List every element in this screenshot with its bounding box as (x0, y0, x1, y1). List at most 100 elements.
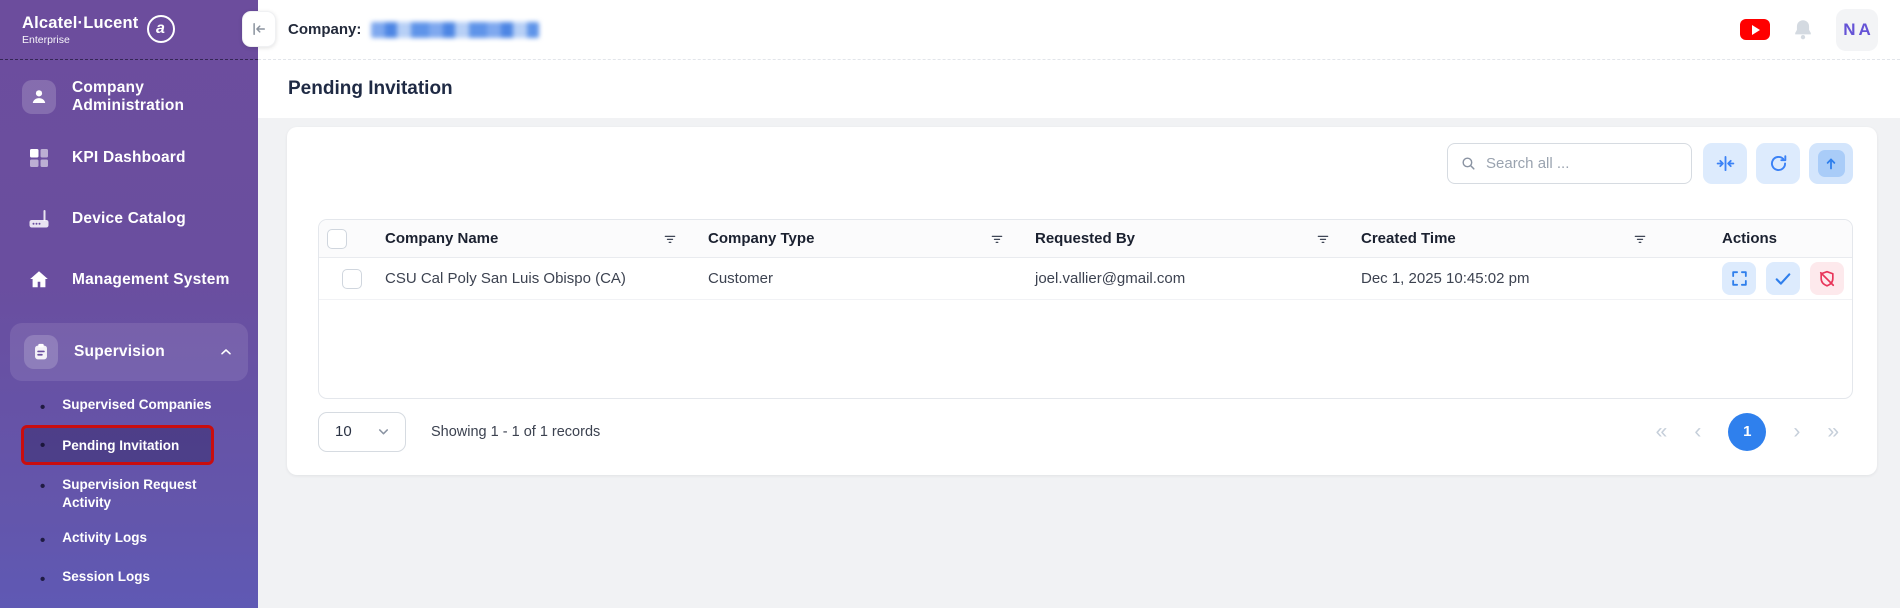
fit-columns-icon (1715, 153, 1736, 174)
sidebar-item-label: Device Catalog (72, 210, 186, 228)
expand-icon (1730, 269, 1749, 288)
sidebar-item-pending-invitation[interactable]: • Pending Invitation (24, 428, 211, 462)
top-bar: Company: NA (258, 0, 1900, 60)
chevron-down-icon (376, 424, 391, 439)
sidebar: Alcatel·Lucent Enterprise a Company Admi… (0, 0, 258, 608)
grid-icon (22, 141, 56, 175)
cell-company-type: Customer (708, 270, 1035, 287)
first-page-icon[interactable]: « (1656, 421, 1668, 442)
sidebar-item-activity-logs[interactable]: • Activity Logs (24, 530, 258, 551)
search-icon (1460, 155, 1477, 172)
page-size-value: 10 (335, 423, 352, 440)
home-icon (22, 263, 56, 297)
router-icon (22, 202, 56, 236)
table-row[interactable]: CSU Cal Poly San Luis Obispo (CA) Custom… (319, 258, 1852, 300)
sidebar-item-label: Supervised Companies (62, 397, 211, 412)
sidebar-item-session-logs[interactable]: • Session Logs (24, 569, 258, 590)
sidebar-item-supervised-companies[interactable]: • Supervised Companies (24, 397, 258, 418)
sidebar-item-management-system[interactable]: Management System (0, 262, 258, 298)
column-label: Actions (1722, 230, 1777, 247)
sidebar-item-label: Session Logs (62, 569, 150, 584)
column-header-company-type: Company Type (708, 230, 1035, 247)
column-header-created-time: Created Time (1361, 230, 1678, 247)
column-header-company-name: Company Name (385, 230, 708, 247)
filter-icon[interactable] (989, 231, 1005, 247)
check-icon (1773, 269, 1793, 289)
youtube-icon[interactable] (1740, 19, 1770, 40)
cell-requested-by: joel.vallier@gmail.com (1035, 270, 1361, 287)
pagination: « ‹ 1 › » (1656, 413, 1853, 451)
sidebar-item-label: Company Administration (72, 79, 258, 115)
refresh-icon (1768, 153, 1789, 174)
brand-logo: Alcatel·Lucent Enterprise a (0, 0, 258, 46)
next-page-icon[interactable]: › (1793, 421, 1800, 442)
sidebar-item-label: Activity Logs (62, 530, 147, 545)
upload-icon (1818, 150, 1845, 177)
user-icon (22, 80, 56, 114)
filter-icon[interactable] (1315, 231, 1331, 247)
table-footer: 10 Showing 1 - 1 of 1 records « ‹ 1 › » (318, 410, 1853, 453)
company-name-redacted (371, 22, 539, 38)
bell-icon[interactable] (1790, 17, 1816, 43)
reject-button[interactable] (1810, 262, 1844, 295)
topbar-actions: NA (1740, 9, 1900, 51)
page-title: Pending Invitation (288, 78, 453, 100)
brand-mark-icon: a (147, 15, 175, 43)
column-header-requested-by: Requested By (1035, 230, 1361, 247)
expand-row-button[interactable] (1722, 262, 1756, 295)
cell-company-name: CSU Cal Poly San Luis Obispo (CA) (385, 270, 708, 287)
sidebar-item-kpi-dashboard[interactable]: KPI Dashboard (0, 140, 258, 176)
bullet-icon: • (40, 530, 45, 551)
page-size-select[interactable]: 10 (318, 412, 406, 452)
bullet-icon: • (40, 397, 45, 418)
brand-subtitle: Enterprise (22, 34, 139, 46)
sidebar-item-device-catalog[interactable]: Device Catalog (0, 201, 258, 237)
approve-button[interactable] (1766, 262, 1800, 295)
supervision-submenu: • Supervised Companies • Pending Invitat… (0, 397, 258, 590)
sidebar-item-supervision-request-activity[interactable]: • Supervision Request Activity (24, 476, 258, 512)
brand-text: Alcatel·Lucent Enterprise (22, 14, 139, 46)
previous-page-icon[interactable]: ‹ (1694, 421, 1701, 442)
main-content: Company Name Company Type Requested By (258, 118, 1900, 608)
column-label: Company Type (708, 230, 814, 247)
pending-invitations-table: Company Name Company Type Requested By (318, 219, 1853, 399)
sidebar-divider (0, 59, 258, 60)
chevron-up-icon (218, 344, 234, 360)
column-header-actions: Actions (1678, 230, 1852, 247)
pending-invitation-card: Company Name Company Type Requested By (287, 127, 1877, 475)
cell-created-time: Dec 1, 2025 10:45:02 pm (1361, 270, 1678, 287)
collapse-arrow-icon (250, 20, 268, 38)
column-label: Requested By (1035, 230, 1135, 247)
select-all-cell (319, 229, 385, 249)
collapse-columns-button[interactable] (1703, 143, 1747, 184)
app-root: Alcatel·Lucent Enterprise a Company Admi… (0, 0, 1900, 608)
clipboard-icon (24, 335, 58, 369)
sidebar-item-supervision[interactable]: Supervision (24, 335, 234, 369)
current-page-button[interactable]: 1 (1728, 413, 1766, 451)
company-context: Company: (288, 21, 539, 38)
table-header-row: Company Name Company Type Requested By (319, 220, 1852, 258)
bullet-icon: • (40, 476, 45, 497)
search-input[interactable] (1486, 155, 1685, 172)
refresh-button[interactable] (1756, 143, 1800, 184)
sidebar-item-label: KPI Dashboard (72, 149, 186, 167)
sidebar-item-label: Management System (72, 271, 230, 289)
sidebar-group-supervision: Supervision (10, 323, 248, 381)
bullet-icon: • (40, 569, 45, 590)
row-select-cell (319, 269, 385, 289)
column-label: Company Name (385, 230, 498, 247)
last-page-icon[interactable]: » (1827, 421, 1839, 442)
user-avatar[interactable]: NA (1836, 9, 1878, 51)
filter-icon[interactable] (662, 231, 678, 247)
sidebar-collapse-button[interactable] (242, 11, 276, 47)
export-button[interactable] (1809, 143, 1853, 184)
play-triangle-icon (1752, 25, 1760, 35)
sidebar-item-company-administration[interactable]: Company Administration (0, 79, 258, 115)
select-all-checkbox[interactable] (327, 229, 347, 249)
company-label: Company: (288, 21, 361, 38)
sidebar-nav: Company Administration KPI Dashboard Dev… (0, 46, 258, 590)
filter-icon[interactable] (1632, 231, 1648, 247)
brand-name: Alcatel·Lucent (22, 14, 139, 33)
row-checkbox[interactable] (342, 269, 362, 289)
sidebar-item-label: Supervision (74, 343, 202, 361)
